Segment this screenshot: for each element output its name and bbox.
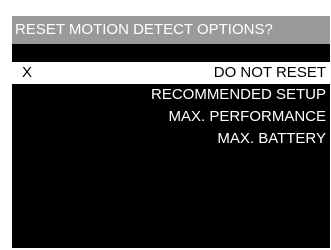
option-label: DO NOT RESET — [213, 64, 326, 81]
option-max-performance[interactable]: MAX. PERFORMANCE — [12, 106, 330, 128]
option-label: RECOMMENDED SETUP — [150, 86, 326, 103]
option-do-not-reset[interactable]: X DO NOT RESET — [12, 62, 330, 84]
options-menu: X DO NOT RESET RECOMMENDED SETUP MAX. PE… — [12, 62, 330, 150]
selection-marker: X — [22, 64, 33, 81]
option-max-battery[interactable]: MAX. BATTERY — [12, 128, 330, 150]
dialog-title: RESET MOTION DETECT OPTIONS? — [12, 16, 330, 44]
option-recommended-setup[interactable]: RECOMMENDED SETUP — [12, 84, 330, 106]
option-label: MAX. PERFORMANCE — [168, 108, 326, 125]
option-label: MAX. BATTERY — [217, 130, 326, 147]
device-screen: RESET MOTION DETECT OPTIONS? X DO NOT RE… — [12, 16, 330, 248]
